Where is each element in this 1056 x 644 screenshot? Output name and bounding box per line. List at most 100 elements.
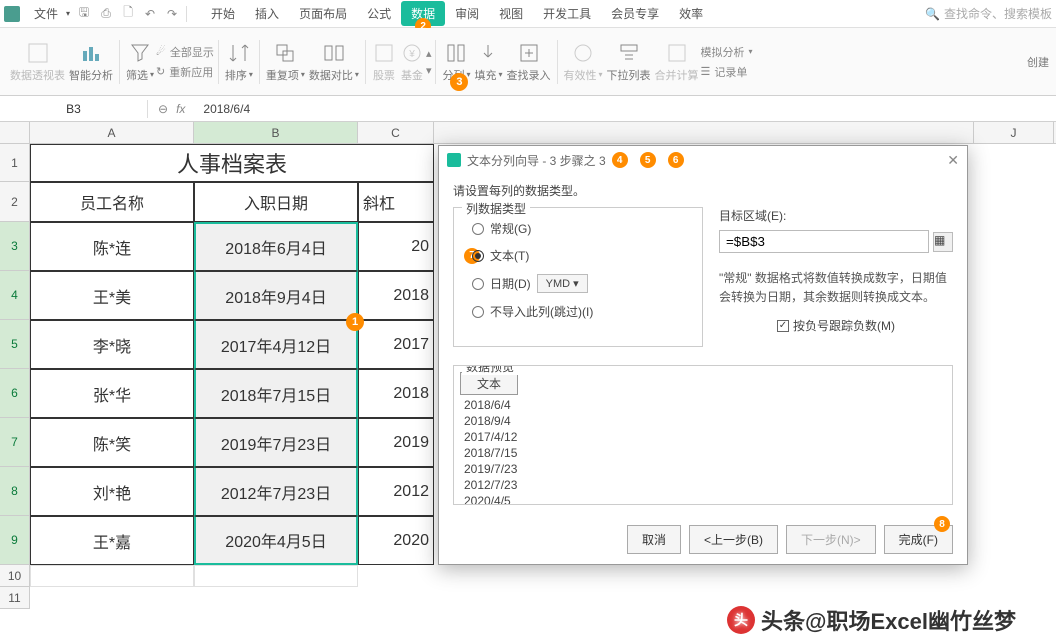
cell-c[interactable]: 2012 xyxy=(358,467,434,516)
preview-icon[interactable]: 🗋 xyxy=(120,6,136,22)
cell-date[interactable]: 2017年4月12日 1 xyxy=(194,320,358,369)
col-header-b[interactable]: B xyxy=(194,122,358,143)
datatype-up[interactable]: ▴ xyxy=(426,47,432,60)
tab-dev[interactable]: 开发工具 xyxy=(533,1,601,26)
tab-insert[interactable]: 插入 xyxy=(245,1,289,26)
cell-name[interactable]: 刘*艳 xyxy=(30,467,194,516)
radio-date[interactable]: 日期(D) YMD ▾ xyxy=(472,274,688,293)
tab-efficiency[interactable]: 效率 xyxy=(669,1,713,26)
filter-button[interactable]: 筛选▾ xyxy=(124,39,156,85)
cell-c[interactable]: 2018 xyxy=(358,271,434,320)
smart-analysis-button[interactable]: 智能分析 xyxy=(67,39,115,85)
cell-date[interactable]: 2018年9月4日 xyxy=(194,271,358,320)
empty-cell[interactable] xyxy=(30,565,194,587)
cell-name[interactable]: 王*美 xyxy=(30,271,194,320)
row-header[interactable]: 6 xyxy=(0,369,30,418)
menu-file[interactable]: 文件 xyxy=(26,1,66,26)
cell-c[interactable]: 2020 xyxy=(358,516,434,565)
cancel-icon[interactable]: ⊖ xyxy=(158,102,168,116)
cell-c[interactable]: 2019 xyxy=(358,418,434,467)
dropdown-list-button[interactable]: 下拉列表 xyxy=(605,39,653,85)
cell-name[interactable]: 李*晓 xyxy=(30,320,194,369)
record-button[interactable]: ☰ 记录单 xyxy=(701,64,753,80)
tab-view[interactable]: 视图 xyxy=(489,1,533,26)
simulation-button[interactable]: 模拟分析▾ xyxy=(701,44,753,60)
row-header[interactable]: 7 xyxy=(0,418,30,467)
data-compare-button[interactable]: 数据对比▾ xyxy=(307,39,361,85)
col-header-c[interactable]: C xyxy=(358,122,434,143)
dialog-titlebar[interactable]: 文本分列向导 - 3 步骤之 3 4 5 6 ✕ xyxy=(439,146,967,174)
show-all-button[interactable]: ☄全部显示 xyxy=(156,44,214,60)
select-all-corner[interactable] xyxy=(0,122,30,143)
row-header-2[interactable]: 2 xyxy=(0,182,30,222)
row-header[interactable]: 8 xyxy=(0,467,30,516)
pivot-button[interactable]: 数据透视表 xyxy=(8,39,67,85)
cell-c[interactable]: 2018 xyxy=(358,369,434,418)
duplicates-button[interactable]: 重复项▾ xyxy=(264,39,307,85)
fx-icon[interactable]: fx xyxy=(176,102,185,116)
finish-button[interactable]: 8 完成(F) xyxy=(884,525,953,554)
row-header[interactable]: 9 xyxy=(0,516,30,565)
radio-general[interactable]: 常规(G) xyxy=(472,220,688,237)
negative-checkbox[interactable]: ✓按负号跟踪负数(M) xyxy=(719,317,953,334)
row-header-1[interactable]: 1 xyxy=(0,144,30,182)
row-header[interactable]: 5 xyxy=(0,320,30,369)
target-input[interactable] xyxy=(719,230,929,253)
header-slash[interactable]: 斜杠 xyxy=(358,182,434,222)
cell-date[interactable]: 2019年7月23日 xyxy=(194,418,358,467)
range-select-icon[interactable]: ▦ xyxy=(933,232,953,252)
create-button[interactable]: 创建 xyxy=(1020,28,1056,95)
fund-button[interactable]: ¥基金 xyxy=(398,39,426,85)
undo-icon[interactable]: ↶ xyxy=(142,6,158,22)
row-header[interactable]: 4 xyxy=(0,271,30,320)
cell-name[interactable]: 陈*笑 xyxy=(30,418,194,467)
cell-c[interactable]: 20 xyxy=(358,222,434,271)
row-header-10[interactable]: 10 xyxy=(0,565,30,587)
cell-name[interactable]: 王*嘉 xyxy=(30,516,194,565)
cell-name[interactable]: 张*华 xyxy=(30,369,194,418)
name-box[interactable]: B3 xyxy=(0,100,148,118)
tab-start[interactable]: 开始 xyxy=(201,1,245,26)
row-header-11[interactable]: 11 xyxy=(0,587,30,609)
tab-data[interactable]: 数据 2 xyxy=(401,1,445,26)
find-entry-button[interactable]: 查找录入 xyxy=(505,39,553,85)
text-to-columns-button[interactable]: 分列▾ 3 xyxy=(440,39,472,85)
save-icon[interactable]: 🖫 xyxy=(76,6,92,22)
tab-layout[interactable]: 页面布局 xyxy=(289,1,357,26)
chevron-down-icon[interactable]: ▾ xyxy=(66,9,70,18)
datatype-down[interactable]: ▾ xyxy=(426,64,432,77)
tab-review[interactable]: 审阅 xyxy=(445,1,489,26)
cell-date[interactable]: 2012年7月23日 xyxy=(194,467,358,516)
empty-cell[interactable] xyxy=(194,565,358,587)
preview-value: 2018/9/4 xyxy=(460,413,946,429)
cell-date[interactable]: 2018年6月4日 xyxy=(194,222,358,271)
header-name[interactable]: 员工名称 xyxy=(30,182,194,222)
radio-skip[interactable]: 不导入此列(跳过)(I) xyxy=(472,303,688,320)
fill-button[interactable]: 填充▾ xyxy=(472,39,504,85)
cell-name[interactable]: 陈*连 xyxy=(30,222,194,271)
cancel-button[interactable]: 取消 xyxy=(627,525,681,554)
title-cell[interactable]: 人事档案表 xyxy=(30,144,434,182)
sort-button[interactable]: 排序▾ xyxy=(223,39,255,85)
close-icon[interactable]: ✕ xyxy=(947,152,959,169)
col-header-j[interactable]: J xyxy=(974,122,1054,143)
cell-c[interactable]: 2017 xyxy=(358,320,434,369)
print-icon[interactable]: ⎙ xyxy=(98,6,114,22)
tab-vip[interactable]: 会员专享 xyxy=(601,1,669,26)
cell-date[interactable]: 2020年4月5日 xyxy=(194,516,358,565)
back-button[interactable]: <上一步(B) xyxy=(689,525,778,554)
col-header-a[interactable]: A xyxy=(30,122,194,143)
cell-date[interactable]: 2018年7月15日 xyxy=(194,369,358,418)
reapply-button[interactable]: ↻重新应用 xyxy=(156,64,214,80)
header-date[interactable]: 入职日期 xyxy=(194,182,358,222)
date-format-select[interactable]: YMD ▾ xyxy=(537,274,588,293)
validity-button[interactable]: 有效性▾ xyxy=(562,39,605,85)
formula-input[interactable]: 2018/6/4 xyxy=(195,102,258,116)
stock-button[interactable]: 股票 xyxy=(370,39,398,85)
row-header[interactable]: 3 xyxy=(0,222,30,271)
tab-formula[interactable]: 公式 xyxy=(357,1,401,26)
redo-icon[interactable]: ↷ xyxy=(164,6,180,22)
search-box[interactable]: 🔍 查找命令、搜索模板 xyxy=(925,5,1052,22)
radio-text[interactable]: 7 文本(T) xyxy=(472,247,688,264)
consolidate-button[interactable]: 合并计算 xyxy=(653,39,701,85)
